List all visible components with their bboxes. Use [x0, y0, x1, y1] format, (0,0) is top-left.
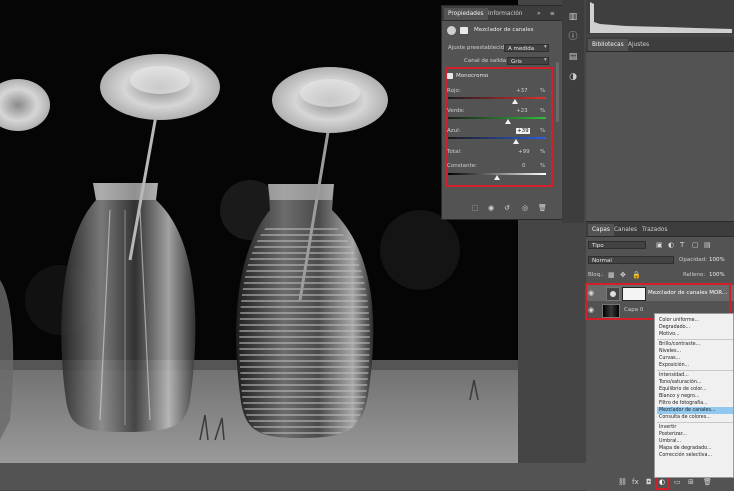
collapse-panel-icon[interactable]: » [536, 8, 542, 20]
histogram-panel [586, 0, 734, 34]
preset-select[interactable]: A medida [504, 44, 549, 52]
filter-shape-icon[interactable]: ▢ [692, 241, 699, 249]
menu-item[interactable]: Curvas... [657, 355, 733, 362]
chevron-down-icon: ▾ [544, 44, 547, 50]
menu-separator [657, 339, 733, 340]
filter-type-icon[interactable]: T [680, 241, 684, 249]
menu-item[interactable]: Umbral... [657, 438, 733, 445]
adjustments-icon[interactable]: ◑ [566, 70, 580, 84]
menu-item[interactable]: Filtro de fotografía... [657, 400, 733, 407]
output-channel-label: Canal de salida: [464, 58, 508, 64]
tab-trazados[interactable]: Trazados [638, 224, 671, 236]
tab-bibliotecas[interactable]: Bibliotecas [588, 39, 628, 51]
output-channel-select[interactable]: Gris [507, 57, 549, 65]
filter-adjustment-icon[interactable]: ◐ [668, 241, 674, 249]
layer-filter-select[interactable]: Tipo [588, 241, 646, 249]
menu-item[interactable]: Exposición... [657, 362, 733, 369]
highlight-box [445, 67, 553, 187]
menu-separator [657, 370, 733, 371]
histogram-icon[interactable]: ▥ [566, 10, 580, 24]
reset-icon[interactable]: ↺ [504, 204, 510, 212]
visibility-eye-icon[interactable]: ◎ [522, 204, 528, 212]
adjustment-layer-menu: Color uniforme... Degradado... Motivo...… [654, 313, 734, 478]
menu-item[interactable]: Invertir [657, 424, 733, 431]
tab-ajustes[interactable]: Ajustes [624, 39, 653, 51]
fx-icon[interactable]: fx [632, 478, 639, 486]
tab-informacion[interactable]: Información [484, 8, 526, 20]
lock-pixels-icon[interactable]: ▦ [608, 271, 615, 279]
new-group-icon[interactable]: ▭ [674, 478, 681, 486]
tab-canales[interactable]: Canales [610, 224, 641, 236]
menu-item[interactable]: Tono/saturación... [657, 379, 733, 386]
menu-item[interactable]: Intensidad... [657, 372, 733, 379]
menu-item[interactable]: Corrección selectiva... [657, 452, 733, 459]
libraries-icon[interactable]: ▤ [566, 50, 580, 64]
lock-all-icon[interactable]: 🔒 [632, 271, 641, 279]
libraries-panel: Bibliotecas Ajustes [586, 37, 734, 223]
trash-icon[interactable]: 🗑 [538, 204, 547, 212]
new-layer-icon[interactable]: ⊞ [688, 478, 694, 486]
filter-pixel-icon[interactable]: ▣ [656, 241, 663, 249]
fill-label: Relleno: [683, 272, 706, 278]
properties-tabbar: Propiedades Información » ≡ [442, 6, 562, 21]
fill-value[interactable]: 100% [709, 272, 725, 278]
mask-icon[interactable] [460, 27, 468, 34]
scrollbar[interactable] [556, 62, 559, 122]
opacity-value[interactable]: 100% [709, 257, 725, 263]
opacity-label: Opacidad: [679, 257, 707, 263]
menu-item[interactable]: Consulta de colores... [657, 414, 733, 421]
tab-propiedades[interactable]: Propiedades [444, 8, 488, 20]
clip-to-layer-icon[interactable]: ⬚ [472, 204, 479, 212]
menu-separator [657, 422, 733, 423]
menu-item-selected[interactable]: Mezclador de canales... [657, 407, 733, 414]
properties-panel: Propiedades Información » ≡ Mezclador de… [441, 5, 563, 220]
libraries-tabbar: Bibliotecas Ajustes [586, 37, 734, 52]
filter-value: Tipo [592, 243, 604, 249]
menu-item[interactable]: Color uniforme... [657, 317, 733, 324]
adjustment-layer-icon [447, 26, 456, 35]
lock-label: Bloq.: [588, 272, 604, 278]
menu-item[interactable]: Equilibrio de color... [657, 386, 733, 393]
layers-tabbar: Capas Canales Trazados [586, 222, 734, 237]
info-icon[interactable]: ⓘ [566, 30, 580, 44]
histogram-graph [590, 2, 732, 33]
menu-item[interactable]: Motivo... [657, 331, 733, 338]
menu-item[interactable]: Blanco y negro... [657, 393, 733, 400]
menu-item[interactable]: Niveles... [657, 348, 733, 355]
trash-icon[interactable]: 🗑 [703, 478, 712, 486]
menu-item[interactable]: Degradado... [657, 324, 733, 331]
panel-menu-icon[interactable]: ≡ [549, 8, 556, 20]
menu-item[interactable]: Posterizar... [657, 431, 733, 438]
blend-mode-select[interactable]: Normal [588, 256, 674, 264]
view-previous-icon[interactable]: ◉ [488, 204, 494, 212]
preset-label: Ajuste preestablecido: [448, 45, 510, 51]
add-mask-icon[interactable]: ◘ [646, 478, 652, 486]
panel-icon-strip: ▥ ⓘ ▤ ◑ [562, 0, 584, 223]
menu-item[interactable]: Mapa de degradado... [657, 445, 733, 452]
menu-item[interactable]: Brillo/contraste... [657, 341, 733, 348]
lock-position-icon[interactable]: ✥ [620, 271, 626, 279]
filter-smart-object-icon[interactable]: ▤ [704, 241, 711, 249]
chevron-down-icon: ▾ [544, 57, 547, 63]
adjustment-title: Mezclador de canales [474, 27, 534, 33]
link-layers-icon[interactable]: ⛓ [618, 478, 627, 486]
